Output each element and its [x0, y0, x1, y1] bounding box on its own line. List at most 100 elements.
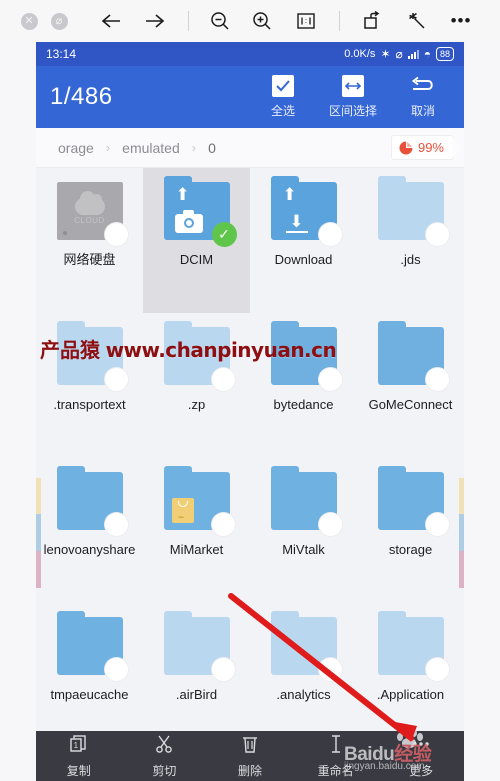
rename-label: 重命名: [317, 763, 354, 778]
storage-badge[interactable]: 99%: [390, 135, 462, 160]
chevron-right-icon: ›: [191, 140, 197, 155]
breadcrumb: orage › emulated › 0 99%: [36, 128, 464, 168]
more-button[interactable]: 更多: [378, 734, 464, 779]
file-name-label: DCIM: [179, 252, 214, 267]
file-name-label: .analytics: [276, 687, 331, 702]
bottom-action-bar: 1 复制 剪切 删除 重命名 更多: [36, 731, 464, 781]
folder-plain-icon: [53, 321, 128, 391]
folder-plain-icon: [160, 611, 235, 681]
file-item[interactable]: ⬆ ⬇ Download: [250, 168, 357, 313]
folder-plain-icon: [267, 321, 342, 391]
status-time: 13:14: [46, 47, 77, 61]
folder-camera-icon: ⬆ ✓: [160, 176, 237, 247]
more-icon: [411, 734, 431, 758]
file-name-label: 网络硬盘: [63, 252, 116, 267]
right-color-strip: [459, 478, 464, 588]
selected-check-icon[interactable]: ✓: [211, 222, 237, 247]
file-item[interactable]: storage: [357, 458, 464, 603]
select-radio[interactable]: [425, 513, 449, 536]
file-item[interactable]: lenovoanyshare: [36, 458, 143, 603]
viewer-toolbar: ✕ ⌀ •••: [0, 0, 500, 42]
copy-button[interactable]: 1 复制: [36, 734, 122, 779]
range-select-button[interactable]: 区间选择: [318, 75, 388, 119]
file-name-label: bytedance: [273, 397, 334, 412]
close-icon[interactable]: ✕: [14, 6, 44, 36]
select-radio[interactable]: [104, 368, 128, 391]
file-item[interactable]: ▬ MiMarket: [143, 458, 250, 603]
select-radio[interactable]: [425, 368, 449, 391]
selection-header: 1/486 全选 区间选择 取消: [36, 66, 464, 128]
toolbar-separator: [188, 11, 189, 31]
svg-text:1: 1: [73, 741, 78, 750]
select-radio[interactable]: [318, 223, 342, 246]
select-radio[interactable]: [318, 513, 342, 536]
file-name-label: GoMeConnect: [368, 397, 453, 412]
mute-icon: ⌀: [395, 47, 403, 61]
select-radio[interactable]: [318, 658, 342, 681]
block-icon[interactable]: ⌀: [44, 6, 74, 36]
file-item[interactable]: bytedance: [250, 313, 357, 458]
file-item[interactable]: CLOUD 网络硬盘: [36, 168, 143, 313]
scissors-icon: [154, 734, 174, 758]
zoom-out-icon[interactable]: [205, 6, 235, 36]
back-arrow-icon[interactable]: [96, 6, 126, 36]
rename-button[interactable]: 重命名: [293, 734, 379, 779]
select-radio[interactable]: [211, 513, 235, 536]
trash-icon: [240, 734, 260, 758]
forward-arrow-icon[interactable]: [140, 6, 170, 36]
file-item[interactable]: MiVtalk: [250, 458, 357, 603]
file-item[interactable]: .analytics: [250, 603, 357, 731]
cloud-drive-icon: CLOUD: [53, 182, 128, 246]
folder-plain-icon: [374, 321, 449, 391]
file-item[interactable]: ⬆ ✓ DCIM: [143, 168, 250, 313]
delete-button[interactable]: 删除: [207, 734, 293, 779]
zoom-in-icon[interactable]: [247, 6, 277, 36]
file-item[interactable]: .jds: [357, 168, 464, 313]
file-item[interactable]: GoMeConnect: [357, 313, 464, 458]
file-name-label: .Application: [376, 687, 445, 702]
bluetooth-icon: ✶: [380, 47, 391, 61]
range-arrows-icon: [342, 75, 364, 97]
folder-plain-icon: [267, 466, 342, 536]
cancel-button[interactable]: 取消: [388, 75, 458, 119]
file-item[interactable]: .airBird: [143, 603, 250, 731]
select-radio[interactable]: [104, 658, 128, 681]
file-item[interactable]: .zp: [143, 313, 250, 458]
folder-plain-icon: [374, 466, 449, 536]
select-radio[interactable]: [318, 368, 342, 391]
toolbar-separator: [339, 11, 340, 31]
folder-plain-icon: [160, 321, 235, 391]
delete-label: 删除: [237, 763, 262, 778]
select-radio[interactable]: [425, 223, 449, 246]
select-radio[interactable]: [104, 223, 128, 246]
file-grid-area: CLOUD 网络硬盘 ⬆ ✓ DCIM ⬆ ⬇ Download .jds .transporte…: [36, 168, 464, 731]
folder-plain-icon: [267, 611, 342, 681]
more-options-icon[interactable]: •••: [446, 6, 476, 36]
file-item[interactable]: tmpaeucache: [36, 603, 143, 731]
file-item[interactable]: .Application: [357, 603, 464, 731]
magic-wand-icon[interactable]: [402, 6, 432, 36]
cut-label: 剪切: [152, 763, 177, 778]
screenshot-root: ✕ ⌀ ••• 13:14 0.0K/s ✶ ⌀ ◓ 88 1/486 全选 区…: [0, 0, 500, 781]
breadcrumb-item-0[interactable]: orage: [50, 140, 102, 156]
select-radio[interactable]: [211, 658, 235, 681]
select-all-button[interactable]: 全选: [248, 75, 318, 119]
breadcrumb-item-1[interactable]: emulated: [114, 140, 188, 156]
copy-label: 复制: [66, 763, 91, 778]
select-radio[interactable]: [104, 513, 128, 536]
folder-download-icon: ⬆ ⬇: [267, 176, 342, 246]
file-item[interactable]: .transportext: [36, 313, 143, 458]
file-name-label: storage: [388, 542, 433, 557]
actual-size-icon[interactable]: [291, 6, 321, 36]
phone-screenshot: 13:14 0.0K/s ✶ ⌀ ◓ 88 1/486 全选 区间选择 取消 o…: [36, 42, 464, 781]
file-name-label: Download: [274, 252, 333, 267]
breadcrumb-item-2[interactable]: 0: [200, 140, 224, 156]
storage-percent: 99%: [417, 140, 444, 155]
rotate-icon[interactable]: [358, 6, 388, 36]
select-radio[interactable]: [425, 658, 449, 681]
select-radio[interactable]: [211, 368, 235, 391]
copy-icon: 1: [69, 734, 89, 758]
file-name-label: MiMarket: [169, 542, 224, 557]
cut-button[interactable]: 剪切: [122, 734, 208, 779]
battery-icon: 88: [435, 47, 454, 61]
